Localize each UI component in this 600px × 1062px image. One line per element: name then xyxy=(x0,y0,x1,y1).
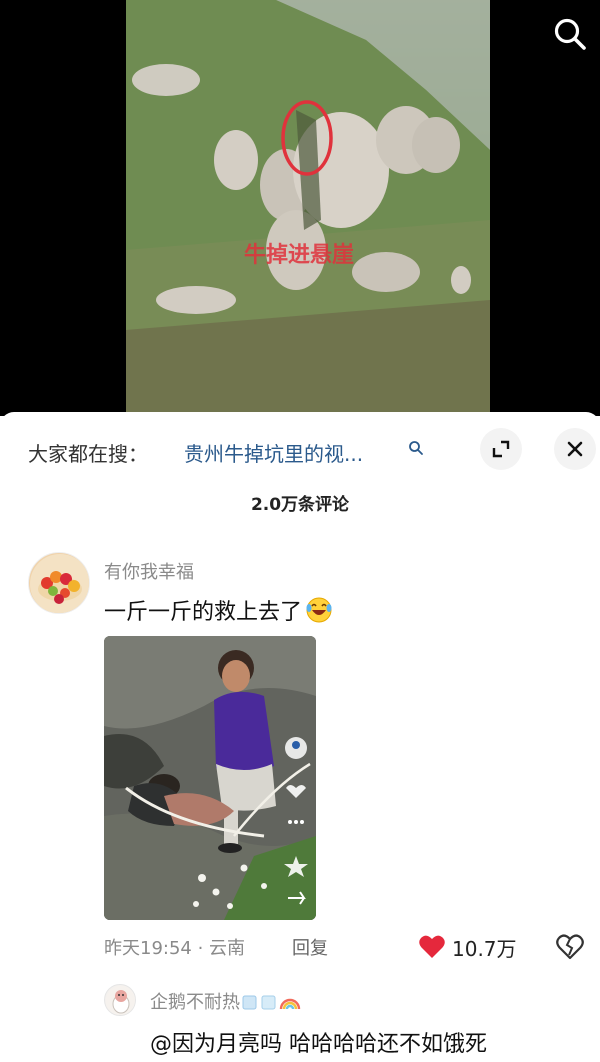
dislike-button[interactable] xyxy=(554,932,586,962)
heart-icon xyxy=(419,935,445,958)
search-prefix: 大家都在搜： xyxy=(28,442,148,466)
expand-button[interactable] xyxy=(480,428,522,470)
fruit-avatar-image xyxy=(30,554,89,613)
video-search-button[interactable] xyxy=(548,12,592,56)
small-search-icon xyxy=(409,441,423,455)
comment-meta-row: 昨天19:54 · 云南 回复 10.7万 xyxy=(104,932,594,962)
like-button[interactable]: 10.7万 xyxy=(418,932,517,962)
comment-count: 2.0万条评论 xyxy=(250,495,350,515)
rescue-photo xyxy=(104,636,316,920)
search-icon xyxy=(554,18,586,50)
rainbow-icon xyxy=(279,998,301,1010)
suggested-search-bar[interactable]: 大家都在搜： 贵州牛掉坑里的视... xyxy=(0,426,600,474)
comment-text: 一斤一斤的救上去了 xyxy=(104,594,334,626)
reply-username-text: 企鹅不耐热 xyxy=(150,992,240,1013)
broken-heart-icon xyxy=(556,934,584,960)
reply-avatar[interactable] xyxy=(104,984,136,1016)
expand-icon xyxy=(492,440,510,458)
reply-button[interactable]: 回复 xyxy=(292,934,328,960)
avatar[interactable] xyxy=(28,552,90,614)
like-count: 10.7万 xyxy=(452,936,517,961)
close-icon xyxy=(567,441,583,457)
close-button[interactable] xyxy=(554,428,596,470)
ice-cube-icon xyxy=(261,995,276,1010)
video-frame: 牛掉进悬崖 xyxy=(126,0,490,416)
reply-username[interactable]: 企鹅不耐热 xyxy=(150,988,301,1014)
comment-username[interactable]: 有你我幸福 xyxy=(104,558,194,584)
cliff-scene: 牛掉进悬崖 xyxy=(126,0,490,416)
laugh-emoji-icon xyxy=(306,597,332,623)
penguin-avatar-image xyxy=(106,986,135,1015)
ice-cube-icon xyxy=(242,995,257,1010)
comment-image[interactable] xyxy=(104,636,316,920)
video-caption: 牛掉进悬崖 xyxy=(244,242,354,268)
comment-sheet: 大家都在搜： 贵州牛掉坑里的视... 2.0万条评论 有你我幸福 一斤一斤的救上… xyxy=(0,412,600,1062)
comment-time-location: 昨天19:54 · 云南 xyxy=(104,938,246,959)
comment-body: 一斤一斤的救上去了 xyxy=(104,600,303,625)
reply-text: @因为月亮吗 哈哈哈哈还不如饿死 xyxy=(150,1032,487,1057)
video-player[interactable]: 牛掉进悬崖 xyxy=(0,0,600,416)
search-query-link[interactable]: 贵州牛掉坑里的视... xyxy=(184,438,406,467)
